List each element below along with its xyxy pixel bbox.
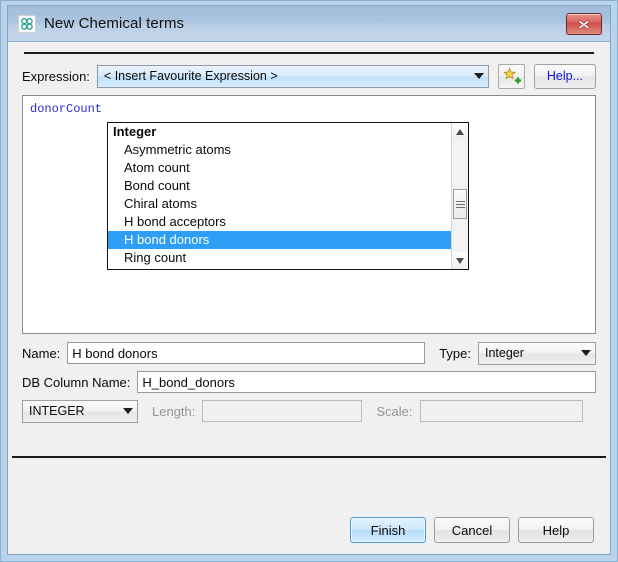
footer-separator [12, 456, 606, 458]
type-combo-value: Integer [485, 346, 524, 360]
length-input [202, 400, 363, 422]
add-favourite-button[interactable] [497, 63, 525, 89]
expression-help-button[interactable]: Help... [533, 63, 596, 89]
expression-editor-text: donorCount [30, 102, 103, 116]
insert-favourite-expression-combo[interactable]: < Insert Favourite Expression > [96, 64, 489, 88]
field-form: Name: H bond donors Type: Integer DB Col… [22, 341, 596, 423]
insert-favourite-expression-value: < Insert Favourite Expression > [103, 69, 278, 83]
grip-line [455, 203, 465, 205]
dropdown-item[interactable]: Bond count [108, 177, 451, 195]
scrollbar-thumb[interactable] [453, 189, 467, 219]
cancel-button[interactable]: Cancel [434, 517, 510, 543]
grip-line [455, 206, 465, 208]
dialog-window: New Chemical terms Expression: < Insert … [0, 0, 618, 562]
sql-type-combo[interactable]: INTEGER [22, 399, 138, 423]
length-label: Length: [152, 403, 196, 419]
dropdown-item[interactable]: H bond donors [108, 231, 451, 249]
scale-input [419, 400, 583, 422]
sql-type-combo-value: INTEGER [29, 404, 85, 418]
favourite-expression-dropdown[interactable]: Integer Asymmetric atoms Atom count Bond co… [107, 122, 469, 270]
sql-type-row: INTEGER Length: Scale: [22, 399, 596, 423]
molecule-icon [18, 14, 36, 33]
expression-label: Expression: [22, 68, 90, 84]
dropdown-item[interactable]: Integer [108, 123, 451, 141]
close-button[interactable] [566, 12, 602, 35]
dropdown-scrollbar[interactable] [451, 123, 468, 269]
name-row: Name: H bond donors Type: Integer [22, 341, 596, 365]
type-combo[interactable]: Integer [478, 341, 596, 365]
star-plus-icon [503, 66, 521, 84]
grip-line [455, 200, 465, 202]
dropdown-item[interactable]: Atom count [108, 159, 451, 177]
dropdown-item[interactable]: Ring count [108, 249, 451, 267]
name-input[interactable]: H bond donors [67, 342, 426, 364]
finish-button[interactable]: Finish [350, 517, 426, 543]
dialog-inner: New Chemical terms Expression: < Insert … [7, 5, 611, 555]
dialog-content: Expression: < Insert Favourite Expressio… [8, 42, 610, 506]
caret-down-icon [456, 257, 464, 264]
chevron-down-icon [473, 73, 484, 79]
dialog-footer: Finish Cancel Help [8, 506, 610, 554]
chevron-down-icon [581, 350, 591, 356]
name-label: Name: [22, 345, 61, 361]
help-button[interactable]: Help [518, 517, 594, 543]
dropdown-item[interactable]: Chiral atoms [108, 195, 451, 213]
dropdown-item[interactable]: H bond acceptors [108, 213, 451, 231]
close-icon [577, 19, 590, 29]
dropdown-item[interactable]: Asymmetric atoms [108, 141, 451, 159]
header-separator [24, 52, 594, 54]
chevron-down-icon [123, 408, 133, 414]
caret-up-icon [456, 128, 464, 135]
scroll-up-button[interactable] [452, 123, 468, 140]
scale-label: Scale: [376, 403, 413, 419]
db-column-row: DB Column Name: H_bond_donors [22, 371, 596, 393]
dropdown-list[interactable]: Integer Asymmetric atoms Atom count Bond co… [108, 123, 451, 269]
scroll-down-button[interactable] [452, 252, 468, 269]
expression-row: Expression: < Insert Favourite Expressio… [20, 63, 598, 89]
title-bar: New Chemical terms [8, 6, 610, 42]
type-label: Type: [439, 345, 471, 361]
db-column-input[interactable]: H_bond_donors [137, 371, 596, 393]
window-title: New Chemical terms [44, 15, 185, 32]
db-column-label: DB Column Name: [22, 374, 131, 390]
